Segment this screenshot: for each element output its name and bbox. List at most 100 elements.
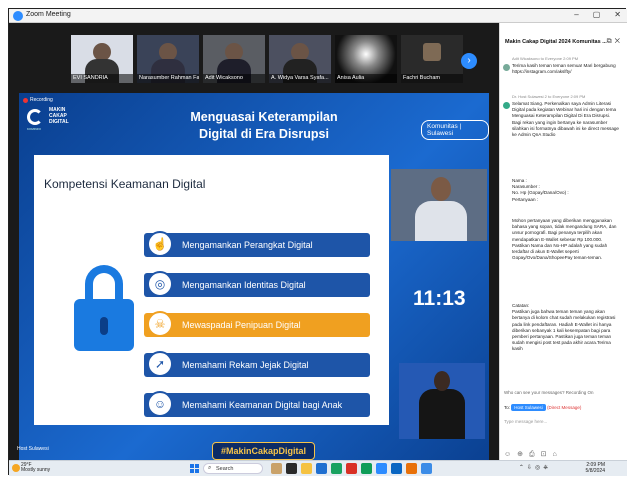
folder-icon[interactable] — [301, 463, 312, 474]
logo-sub: KOMINFO — [27, 127, 41, 131]
to-label: To: — [504, 405, 511, 410]
chat-header-icons[interactable]: ⧉✕ — [607, 38, 623, 46]
app-icon[interactable] — [406, 463, 417, 474]
recipient-select[interactable]: Host Sulawesi — [511, 404, 546, 411]
competency-item-active: ☠ Mewaspadai Penipuan Digital — [144, 311, 370, 337]
system-tray-icons[interactable]: ⌃⇩◎⎈ — [519, 464, 551, 472]
fingerprint-icon: ◎ — [147, 271, 173, 297]
competency-item: ➚ Memahami Rekam Jejak Digital — [144, 351, 370, 377]
host-label: Host Sulawesi — [17, 446, 49, 452]
slide-title-line2: Digital di Era Disrupsi — [199, 127, 329, 141]
search-label: Search — [216, 466, 234, 472]
speaker-video[interactable] — [391, 169, 487, 241]
windows-start-icon[interactable] — [190, 464, 199, 473]
hashtag-banner: #MakinCakapDigital — [212, 442, 316, 460]
app-icon[interactable] — [421, 463, 432, 474]
title-bar: Zoom Meeting – ▢ ✕ — [9, 9, 627, 23]
app-icon[interactable] — [346, 463, 357, 474]
competency-label: Memahami Keamanan Digital bagi Anak — [182, 400, 343, 410]
participant-name: A. Widya Varsa Syafa... — [269, 74, 331, 83]
cursor-icon: ➚ — [147, 351, 173, 377]
participant-tile[interactable]: Anisa Aulia — [335, 35, 397, 83]
zoom-window: Zoom Meeting – ▢ ✕ EVI SANDRIA Narasumbe… — [8, 8, 627, 476]
padlock-icon — [74, 265, 134, 355]
participant-tile[interactable]: Narasumber Rahman Faridh H... — [137, 35, 199, 83]
app-icon[interactable] — [271, 463, 282, 474]
competency-item: ☺ Memahami Keamanan Digital bagi Anak — [144, 391, 370, 417]
competency-label: Mengamankan Perangkat Digital — [182, 240, 313, 250]
participant-strip: EVI SANDRIA Narasumber Rahman Faridh H..… — [9, 23, 499, 88]
meeting-area: EVI SANDRIA Narasumber Rahman Faridh H..… — [9, 23, 499, 473]
direct-message-label: (Direct Message) — [547, 405, 582, 410]
participant-name: EVI SANDRIA — [71, 74, 133, 83]
avatar — [423, 43, 441, 61]
competency-item: ◎ Mengamankan Identitas Digital — [144, 271, 370, 297]
weather-desc: Mostly sunny — [21, 467, 51, 473]
avatar — [503, 102, 510, 109]
zoom-logo-icon — [13, 11, 23, 21]
visibility-notice[interactable]: Who can see your messages? Recording On — [504, 390, 594, 395]
taskbar-search[interactable]: ⌕ Search — [203, 463, 263, 474]
logo-text: MAKIN CAKAP DIGITAL — [49, 107, 69, 125]
message-meta: Adit Wicaksono to Everyone 2:09 PM — [512, 56, 579, 61]
competency-label: Memahami Rekam Jejak Digital — [182, 360, 309, 370]
competency-label: Mewaspadai Penipuan Digital — [182, 320, 301, 330]
speaker-avatar — [431, 177, 451, 201]
recording-indicator: Recording — [23, 97, 53, 103]
store-icon[interactable] — [316, 463, 327, 474]
windows-taskbar: 29°F Mostly sunny ⌕ Search ⌃⇩◎⎈ 2:09 PM … — [9, 460, 627, 476]
competency-label: Mengamankan Identitas Digital — [182, 280, 306, 290]
record-dot-icon — [23, 97, 28, 103]
slide-title: Menguasai Keterampilan Digital di Era Di… — [169, 109, 359, 143]
avatar — [503, 64, 510, 71]
chat-message: Nama : Narasumber : No. Hp (Gopay/Dana/O… — [512, 178, 569, 202]
sun-icon — [12, 464, 20, 472]
participant-tile[interactable]: EVI SANDRIA — [71, 35, 133, 83]
chat-toolbar[interactable]: ☺⊕⎙⊡⌂ — [504, 450, 563, 459]
participant-tile[interactable]: A. Widya Varsa Syafa... — [269, 35, 331, 83]
app-icon[interactable] — [331, 463, 342, 474]
interpreter-avatar — [434, 371, 450, 391]
participant-tile[interactable]: Adit Wicaksono — [203, 35, 265, 83]
window-title: Zoom Meeting — [26, 11, 71, 18]
slide-content-card: Kompetensi Keamanan Digital ☝ Mengamanka… — [34, 155, 389, 425]
close-button[interactable]: ✕ — [614, 10, 621, 19]
slide-heading: Kompetensi Keamanan Digital — [44, 177, 206, 191]
clock[interactable]: 2:09 PM 5/8/2024 — [585, 462, 605, 474]
participant-name: Narasumber Rahman Faridh H... — [137, 74, 199, 83]
app-icon[interactable] — [286, 463, 297, 474]
sign-language-video[interactable] — [399, 363, 485, 439]
child-icon: ☺ — [147, 391, 173, 417]
search-icon: ⌕ — [208, 465, 212, 471]
device-icon: ☝ — [147, 231, 173, 257]
chat-message: Selamat Siang. Perkenalkan saya Admin Li… — [512, 101, 619, 138]
chat-message: Terima kasih teman teman semua! Mari ber… — [512, 63, 616, 75]
minimize-button[interactable]: – — [574, 10, 578, 19]
participant-name: Anisa Aulia — [335, 74, 397, 83]
recording-label: Recording — [30, 97, 53, 103]
maximize-button[interactable]: ▢ — [593, 10, 601, 19]
participant-name: Adit Wicaksono — [203, 74, 265, 83]
chat-message: Mohon pertanyaan yang diberikan mengguna… — [512, 218, 617, 261]
competency-item: ☝ Mengamankan Perangkat Digital — [144, 231, 370, 257]
community-badge: Komunitas | Sulawesi — [421, 120, 489, 140]
taskbar-apps — [271, 463, 432, 474]
chrome-icon[interactable] — [361, 463, 372, 474]
chat-panel: Makin Cakap Digital 2024 Komunitas ... ⧉… — [499, 23, 627, 460]
slide-title-line1: Menguasai Keterampilan — [190, 110, 338, 124]
participant-tile[interactable]: Fachri Bucham — [401, 35, 463, 83]
next-participants-button[interactable]: › — [461, 53, 477, 69]
skull-icon: ☠ — [147, 311, 173, 337]
chat-input[interactable]: Type message here... — [504, 419, 547, 424]
chat-title: Makin Cakap Digital 2024 Komunitas ... — [505, 39, 607, 45]
message-meta: Dr. Host Sulawesi 2 to Everyone 2:09 PM — [512, 94, 586, 99]
participant-name: Fachri Bucham — [401, 74, 463, 83]
recipient-row: To: Host Sulawesi (Direct Message) — [504, 404, 581, 411]
zoom-icon[interactable] — [376, 463, 387, 474]
weather-widget[interactable]: 29°F Mostly sunny — [12, 463, 51, 473]
app-icon[interactable] — [391, 463, 402, 474]
clock-date: 5/8/2024 — [585, 467, 605, 474]
makin-cakap-digital-logo: MAKIN CAKAP DIGITAL KOMINFO — [27, 107, 83, 131]
countdown-timer: 11:13 — [413, 287, 466, 310]
chat-message: Catatan: Pastikan juga bahwa teman teman… — [512, 303, 616, 352]
